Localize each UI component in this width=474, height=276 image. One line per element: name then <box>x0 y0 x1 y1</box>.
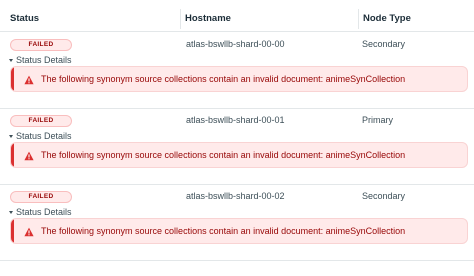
node-type-cell: Secondary <box>362 191 406 201</box>
alert-accent-bar <box>11 67 14 91</box>
status-details-toggle[interactable]: Status Details <box>9 206 72 218</box>
status-details-toggle[interactable]: Status Details <box>9 130 72 142</box>
table-row: FAILED atlas-bswllb-shard-00-02 Secondar… <box>0 184 474 260</box>
error-message: The following synonym source collections… <box>41 150 406 160</box>
status-details-label: Status Details <box>16 55 72 65</box>
error-alert: The following synonym source collections… <box>10 218 468 244</box>
error-message: The following synonym source collections… <box>41 226 406 236</box>
status-badge: FAILED <box>10 39 72 51</box>
column-header-status: Status <box>10 13 40 24</box>
alert-accent-bar <box>11 143 14 167</box>
node-type-cell: Secondary <box>362 39 406 49</box>
alert-accent-bar <box>11 219 14 243</box>
warning-triangle-icon <box>24 227 34 237</box>
error-alert: The following synonym source collections… <box>10 66 468 92</box>
table-row: FAILED atlas-bswllb-shard-00-00 Secondar… <box>0 32 474 108</box>
caret-down-icon <box>9 59 13 62</box>
hostname-cell: atlas-bswllb-shard-00-02 <box>186 191 285 201</box>
row-divider <box>0 260 474 261</box>
hostname-cell: atlas-bswllb-shard-00-01 <box>186 115 285 125</box>
status-badge: FAILED <box>10 191 72 203</box>
node-type-cell: Primary <box>362 115 393 125</box>
error-alert: The following synonym source collections… <box>10 142 468 168</box>
status-details-toggle[interactable]: Status Details <box>9 54 72 66</box>
status-details-label: Status Details <box>16 207 72 217</box>
status-badge: FAILED <box>10 115 72 127</box>
nodes-table: Status Hostname Node Type FAILED atlas-b… <box>0 0 474 276</box>
table-header: Status Hostname Node Type <box>0 0 474 32</box>
column-header-node-type: Node Type <box>358 9 411 29</box>
hostname-cell: atlas-bswllb-shard-00-00 <box>186 39 285 49</box>
error-message: The following synonym source collections… <box>41 74 406 84</box>
warning-triangle-icon <box>24 75 34 85</box>
caret-down-icon <box>9 135 13 138</box>
warning-triangle-icon <box>24 151 34 161</box>
caret-down-icon <box>9 211 13 214</box>
status-details-label: Status Details <box>16 131 72 141</box>
column-header-hostname: Hostname <box>180 9 231 29</box>
table-row: FAILED atlas-bswllb-shard-00-01 Primary … <box>0 108 474 184</box>
